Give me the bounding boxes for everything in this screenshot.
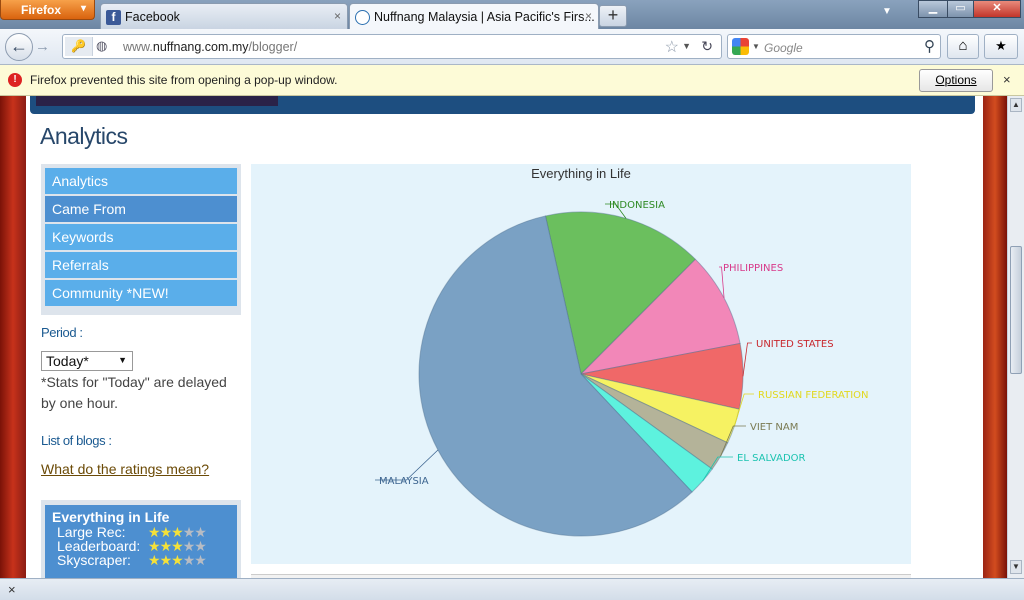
pie-chart-panel: Everything in Life INDONESIA PHILIPPINES U…: [251, 164, 911, 564]
rating-row: Skyscraper: ★★★★★: [52, 553, 237, 567]
page-viewport: Analytics Analytics Came From Keywords R…: [0, 96, 1007, 578]
chevron-down-icon: ▾: [80, 3, 86, 14]
star-filled-icon: ★: [148, 552, 161, 568]
bookmarks-button[interactable]: ★: [984, 34, 1018, 59]
page-background-right: [983, 96, 1007, 578]
period-label: Period :: [41, 325, 83, 340]
blocked-icon: !: [8, 73, 22, 87]
sidebar-item-keywords[interactable]: Keywords: [45, 224, 237, 250]
url-text[interactable]: www.nuffnang.com.my/blogger/: [123, 40, 297, 54]
search-input[interactable]: Google: [764, 41, 803, 55]
pie-label: INDONESIA: [609, 200, 665, 211]
tab-facebook[interactable]: f Facebook ×: [100, 3, 348, 29]
search-bar[interactable]: ▼ Google ⚲: [727, 34, 941, 59]
page-background-left: [0, 96, 26, 578]
forward-button[interactable]: →: [35, 38, 50, 55]
sidebar-item-community[interactable]: Community *NEW!: [45, 280, 237, 306]
blog-name[interactable]: Everything in Life: [52, 509, 237, 525]
page-title: Analytics: [40, 123, 128, 149]
pie-label: VIET NAM: [750, 422, 798, 433]
tab-strip: Firefox ▾ f Facebook × Nuffnang Malaysia…: [0, 0, 1024, 30]
close-notification-icon[interactable]: ×: [1003, 72, 1011, 87]
navigation-toolbar: ← → 🔑 ◍ www.nuffnang.com.my/blogger/ ☆ ▼…: [0, 29, 1024, 65]
ratings-help-link[interactable]: What do the ratings mean?: [41, 461, 209, 477]
period-select[interactable]: Today* ▼: [41, 351, 133, 371]
pie-leader-line: [742, 342, 752, 377]
site-header-banner: [30, 96, 975, 114]
star-filled-icon: ★: [159, 552, 173, 568]
pie-label: UNITED STATES: [756, 339, 834, 350]
firefox-menu-button[interactable]: Firefox ▾: [0, 0, 95, 20]
header-strip: [36, 96, 278, 106]
options-button[interactable]: Options: [919, 69, 993, 92]
notification-text: Firefox prevented this site from opening…: [30, 73, 338, 87]
tab-nuffnang[interactable]: Nuffnang Malaysia | Asia Pacific's Firs.…: [349, 3, 599, 30]
google-icon[interactable]: [732, 38, 749, 55]
pie-label: MALAYSIA: [379, 476, 429, 487]
reload-icon[interactable]: ↻: [701, 38, 713, 55]
scroll-up-icon[interactable]: ▲: [1010, 98, 1022, 112]
close-addon-bar-icon[interactable]: ×: [8, 582, 16, 597]
star-filled-icon: ★: [171, 552, 184, 568]
star-rating: ★★★★★: [148, 539, 207, 553]
list-all-tabs-icon[interactable]: ▼: [882, 6, 892, 17]
stats-delay-note: *Stats for "Today" are delayed by one ho…: [41, 374, 227, 411]
page-body: Analytics Analytics Came From Keywords R…: [26, 96, 983, 578]
rating-label: Skyscraper:: [57, 552, 131, 568]
scroll-down-icon[interactable]: ▼: [1010, 560, 1022, 574]
history-dropdown-icon[interactable]: ▼: [682, 41, 691, 51]
chart-title: Everything in Life: [531, 166, 631, 181]
blogs-label: List of blogs :: [41, 433, 112, 448]
chevron-down-icon: ▼: [118, 355, 127, 365]
close-tab-icon[interactable]: ×: [585, 9, 592, 23]
star-rating: ★★★★★: [148, 552, 207, 568]
minimize-button[interactable]: ▁: [918, 0, 948, 18]
pie-label: EL SALVADOR: [737, 453, 806, 464]
star-empty-icon: ★: [194, 552, 207, 568]
url-prefix: www.: [123, 40, 153, 54]
maximize-button[interactable]: ▭: [947, 0, 974, 18]
new-tab-button[interactable]: +: [599, 5, 627, 27]
bookmark-star-icon[interactable]: ☆: [665, 37, 679, 57]
sidebar-item-referrals[interactable]: Referrals: [45, 252, 237, 278]
star-rating: ★★★★★: [148, 525, 207, 539]
home-button[interactable]: ⌂: [947, 34, 979, 59]
tab-title: Facebook: [125, 10, 180, 24]
close-tab-icon[interactable]: ×: [334, 9, 341, 23]
period-value: Today*: [46, 353, 89, 369]
firefox-menu-label: Firefox: [21, 3, 62, 17]
popup-blocked-notification: ! Firefox prevented this site from openi…: [0, 65, 1024, 96]
vertical-scrollbar[interactable]: ▲ ▼: [1007, 96, 1024, 578]
blog-rating-box: Everything in Life Large Rec: ★★★★★ Leade…: [41, 500, 241, 578]
site-identity-icon[interactable]: 🔑: [65, 37, 93, 56]
tab-title: Nuffnang Malaysia | Asia Pacific's Firs.…: [374, 10, 595, 24]
pie-label: RUSSIAN FEDERATION: [758, 390, 869, 401]
facebook-icon: f: [106, 10, 121, 25]
pie-label: PHILIPPINES: [723, 263, 783, 274]
analytics-sidebar: Analytics Came From Keywords Referrals C…: [41, 164, 241, 315]
close-window-button[interactable]: ✕: [973, 0, 1021, 18]
url-path: /blogger/: [248, 40, 298, 54]
rating-row: Leaderboard: ★★★★★: [52, 539, 237, 553]
search-engine-dropdown-icon[interactable]: ▼: [752, 42, 760, 51]
addon-bar: ×: [0, 578, 1024, 600]
search-icon[interactable]: ⚲: [924, 37, 935, 55]
nuffnang-icon: [355, 10, 370, 25]
pie-chart: Everything in Life INDONESIA PHILIPPINES U…: [375, 166, 869, 537]
sidebar-item-came-from[interactable]: Came From: [45, 196, 237, 222]
back-button[interactable]: ←: [5, 33, 33, 61]
url-bar[interactable]: 🔑 ◍ www.nuffnang.com.my/blogger/ ☆ ▼ ↻: [62, 34, 722, 59]
favicon-icon: ◍: [96, 38, 108, 53]
sidebar-item-analytics[interactable]: Analytics: [45, 168, 237, 194]
browser-window: Firefox ▾ f Facebook × Nuffnang Malaysia…: [0, 0, 1024, 600]
scrollbar-thumb[interactable]: [1010, 246, 1022, 374]
rating-row: Large Rec: ★★★★★: [52, 525, 237, 539]
url-domain: nuffnang.com.my: [152, 40, 249, 54]
star-empty-icon: ★: [182, 552, 196, 568]
